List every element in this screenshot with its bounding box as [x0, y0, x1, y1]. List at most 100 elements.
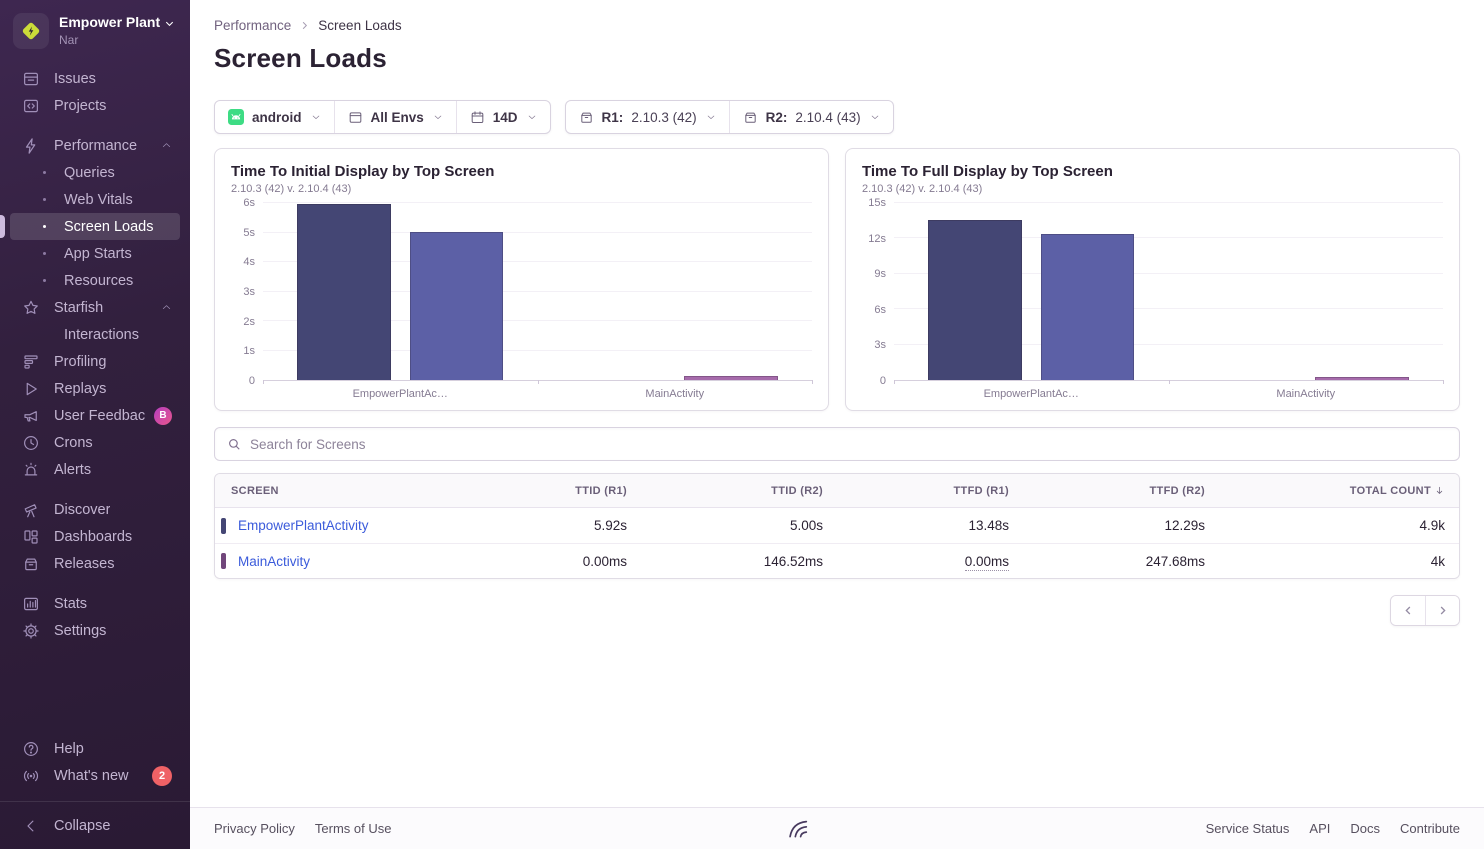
sidebar-item-alerts[interactable]: Alerts [10, 456, 180, 483]
main-area: Performance Screen Loads Screen Loads an… [190, 0, 1484, 849]
column-header-ttid-r2[interactable]: TTID (R2) [641, 485, 837, 497]
sidebar-item-issues[interactable]: Issues [10, 65, 180, 92]
search-input[interactable] [250, 437, 1447, 452]
sidebar-item-performance[interactable]: Performance [10, 132, 180, 159]
column-label: TTFD (R2) [1149, 485, 1205, 497]
sidebar-item-user-feedback[interactable]: User FeedbackB [10, 402, 180, 429]
sidebar-item-label: Screen Loads [64, 219, 153, 235]
series-color-swatch [221, 518, 226, 534]
sidebar-item-settings[interactable]: Settings [10, 617, 180, 644]
sidebar-item-releases[interactable]: Releases [10, 550, 180, 577]
value-cell: 0.00ms [837, 554, 1023, 569]
sidebar-item-app-starts[interactable]: App Starts [10, 240, 180, 267]
bullet-icon [43, 279, 46, 282]
sidebar-item-web-vitals[interactable]: Web Vitals [10, 186, 180, 213]
bar-r2[interactable] [684, 376, 777, 380]
sidebar-item-queries[interactable]: Queries [10, 159, 180, 186]
empower-plant-logo-icon [20, 20, 42, 42]
footer-link-service-status[interactable]: Service Status [1206, 821, 1290, 836]
chevron-down-icon [164, 18, 175, 29]
release-2-filter[interactable]: R2:2.10.4 (43) [729, 101, 893, 133]
value-cell: 5.00s [641, 518, 837, 533]
stats-icon [22, 595, 40, 613]
date-range-filter[interactable]: 14D [456, 101, 550, 133]
release-1-filter[interactable]: R1:2.10.3 (42) [566, 101, 729, 133]
column-header-ttid-r1[interactable]: TTID (R1) [445, 485, 641, 497]
sidebar-item-replays[interactable]: Replays [10, 375, 180, 402]
sidebar-item-label: Resources [64, 273, 133, 289]
page-title: Screen Loads [214, 43, 1460, 74]
footer-link-api[interactable]: API [1309, 821, 1330, 836]
sidebar-item-label: Performance [54, 138, 137, 154]
sidebar-item-starfish[interactable]: Starfish [10, 294, 180, 321]
breadcrumb-performance[interactable]: Performance [214, 18, 291, 33]
column-header-total-count[interactable]: TOTAL COUNT [1219, 485, 1459, 497]
collapse-icon [22, 817, 40, 835]
sidebar-item-resources[interactable]: Resources [10, 267, 180, 294]
bar-r1[interactable] [297, 204, 390, 380]
screen-link[interactable]: MainActivity [238, 554, 310, 569]
footer-link-contribute[interactable]: Contribute [1400, 821, 1460, 836]
bar-r2[interactable] [1041, 234, 1134, 380]
x-axis-tick [1443, 380, 1444, 384]
sidebar-item-label: Settings [54, 623, 106, 639]
x-axis-tick [894, 380, 895, 384]
bar-r2[interactable] [1315, 377, 1408, 380]
column-header-ttfd-r1[interactable]: TTFD (R1) [837, 485, 1023, 497]
next-page-button[interactable] [1425, 596, 1459, 625]
sidebar-item-interactions[interactable]: Interactions [10, 321, 180, 348]
sidebar-item-label: Help [54, 741, 84, 757]
sidebar-item-discover[interactable]: Discover [10, 496, 180, 523]
bullet-icon [43, 198, 46, 201]
footer-link-docs[interactable]: Docs [1350, 821, 1380, 836]
project-filter[interactable]: android [215, 101, 334, 133]
value-cell: 13.48s [837, 518, 1023, 533]
sidebar-item-label: Crons [54, 435, 93, 451]
sidebar-item-crons[interactable]: Crons [10, 429, 180, 456]
sidebar-item-label: Web Vitals [64, 192, 133, 208]
y-tick-label: 6s [243, 197, 255, 209]
bar-r1[interactable] [928, 220, 1021, 380]
sidebar-item-collapse[interactable]: Collapse [10, 812, 180, 839]
bar-chart: 03s6s9s12s15s [862, 203, 1443, 381]
filter-value: android [252, 110, 302, 125]
y-axis: 03s6s9s12s15s [862, 203, 894, 381]
sidebar-item-label: Alerts [54, 462, 91, 478]
screen-search[interactable] [214, 427, 1460, 461]
sidebar-item-label: Stats [54, 596, 87, 612]
pagination-row [214, 595, 1460, 626]
bar-r2[interactable] [410, 232, 503, 380]
metric-value[interactable]: 0.00ms [965, 554, 1009, 571]
metric-value: 247.68ms [1146, 554, 1205, 569]
sidebar-section-gap [0, 119, 190, 132]
x-category-label: EmpowerPlantAc… [263, 388, 538, 400]
sidebar-section-gap [0, 577, 190, 590]
sidebar-item-help[interactable]: Help [10, 735, 180, 762]
broadcast-icon [22, 767, 40, 785]
sidebar-item-label: Replays [54, 381, 106, 397]
footer-link-terms-of-use[interactable]: Terms of Use [315, 821, 392, 836]
y-tick-label: 4s [243, 256, 255, 268]
sidebar-item-dashboards[interactable]: Dashboards [10, 523, 180, 550]
sidebar-item-profiling[interactable]: Profiling [10, 348, 180, 375]
org-switcher[interactable]: Empower Plant Nar [0, 0, 190, 59]
screen-link[interactable]: EmpowerPlantActivity [238, 518, 369, 533]
column-label: TTID (R1) [575, 485, 627, 497]
sidebar-item-label: Dashboards [54, 529, 132, 545]
column-header-ttfd-r2[interactable]: TTFD (R2) [1023, 485, 1219, 497]
sidebar-item-stats[interactable]: Stats [10, 590, 180, 617]
footer-link-privacy-policy[interactable]: Privacy Policy [214, 821, 295, 836]
replays-icon [22, 380, 40, 398]
environment-filter[interactable]: All Envs [334, 101, 456, 133]
sidebar-item-whats-new[interactable]: What's new2 [10, 762, 180, 789]
dashboards-icon [22, 528, 40, 546]
value-cell: 4k [1219, 554, 1459, 569]
x-axis-tick [1169, 380, 1170, 384]
previous-page-button[interactable] [1391, 596, 1425, 625]
table-body: EmpowerPlantActivity5.92s5.00s13.48s12.2… [215, 508, 1459, 578]
bar-slot [1315, 203, 1408, 380]
help-icon [22, 740, 40, 758]
sidebar-item-screen-loads[interactable]: Screen Loads [10, 213, 180, 240]
sidebar-item-projects[interactable]: Projects [10, 92, 180, 119]
column-header-screen[interactable]: SCREEN [215, 485, 445, 497]
